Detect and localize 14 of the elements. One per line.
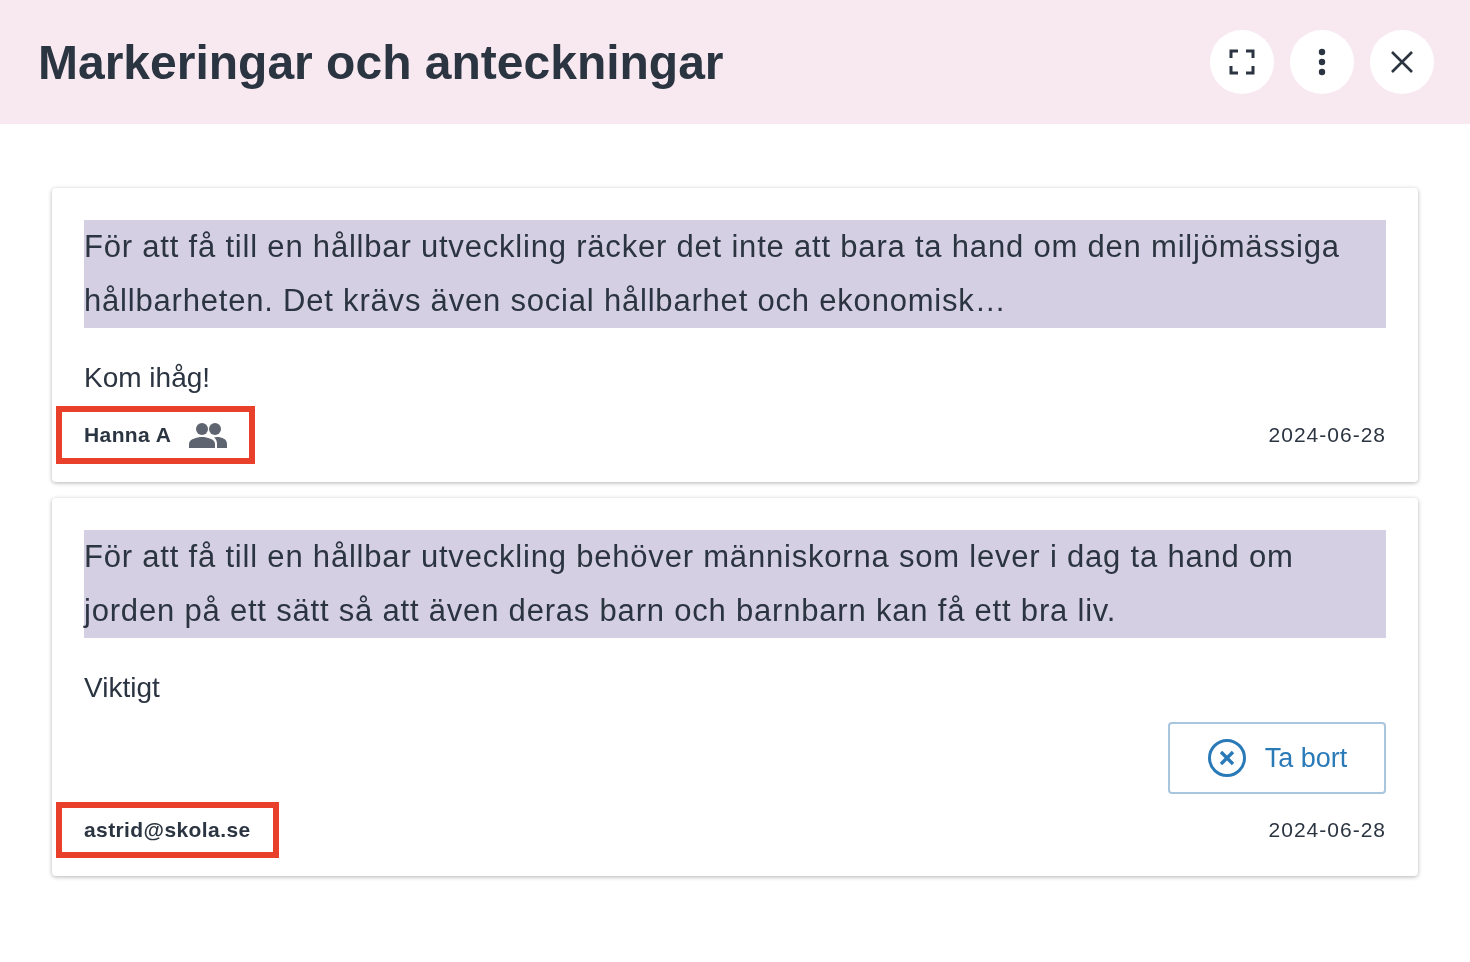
note-date: 2024-06-28: [1268, 423, 1386, 447]
close-icon: [1390, 50, 1414, 74]
note-date: 2024-06-28: [1268, 818, 1386, 842]
delete-button[interactable]: Ta bort: [1168, 722, 1386, 794]
note-text: Viktigt: [84, 671, 161, 705]
highlighted-quote: För att få till en hållbar utveckling räcker det inte att bara ta hand om den miljömässiga hållbarheten. Det krävs även social hållbarhet och ekonomisk…: [84, 220, 1386, 328]
dialog-title: Markeringar och anteckningar: [38, 34, 724, 90]
note-text: Kom ihåg!: [84, 361, 212, 395]
close-circle-icon: [1206, 738, 1247, 778]
highlighted-quote: För att få till en hållbar utveckling behöver människorna som lever i dag ta hand om jorden på ett sätt så att även deras barn och barnbarn kan få ett bra liv.: [84, 530, 1386, 638]
more-icon: [1318, 48, 1326, 76]
author-name: Hanna A: [84, 423, 172, 447]
author-name: astrid@skola.se: [84, 818, 251, 842]
fullscreen-icon: [1229, 49, 1255, 75]
